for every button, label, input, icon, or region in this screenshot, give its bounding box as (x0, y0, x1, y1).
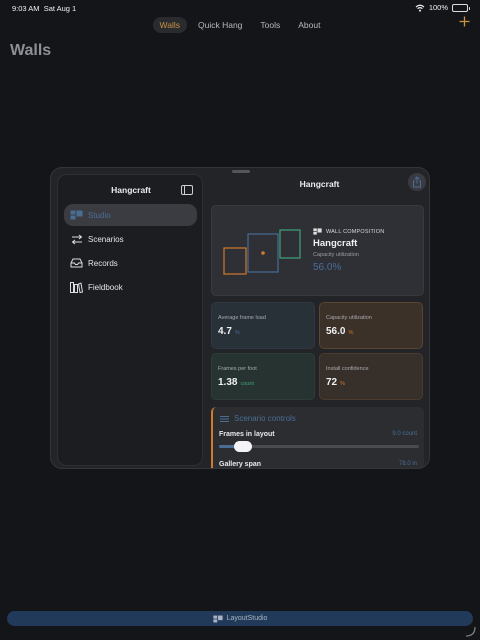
resize-handle-icon[interactable] (464, 625, 476, 637)
status-date-text: Sat Aug 1 (43, 4, 77, 13)
add-button[interactable] (459, 15, 470, 30)
controls-title: Scenario controls (220, 414, 296, 423)
metric-label: Install confidence (326, 366, 369, 372)
status-time: 9:03 AM Sat Aug 1 (12, 4, 76, 13)
sidebar-item-label: Fieldbook (88, 282, 123, 292)
metric-label: Capacity utilization (326, 315, 372, 321)
sidebar-item-studio[interactable]: Studio (64, 204, 197, 226)
metric-number: 72 (326, 377, 338, 388)
frames-in-layout-value: 9.0 count (392, 431, 417, 437)
wall-preview (223, 229, 301, 275)
frame-right (279, 229, 301, 259)
arrows-swap-icon (70, 234, 83, 245)
metric-number: 4.7 (218, 326, 232, 337)
center-point (261, 251, 265, 255)
tab-quick-hang[interactable]: Quick Hang (191, 17, 249, 33)
tray-icon (70, 258, 83, 269)
metric-number: 56.0 (326, 326, 346, 337)
composition-label: WALL COMPOSITION (313, 228, 384, 235)
metric-unit: % (340, 381, 346, 387)
metric-card-capacity-utilization: Capacity utilization 56.0% (319, 302, 423, 349)
metric-unit: % (234, 330, 240, 336)
metric-value: 56.0% (326, 326, 353, 337)
wall-layout-icon (212, 615, 223, 622)
frames-slider[interactable] (219, 440, 419, 452)
tab-tools[interactable]: Tools (253, 17, 287, 33)
page-title: Walls (10, 42, 52, 59)
controls-title-text: Scenario controls (234, 414, 296, 423)
composition-sub: Capacity utilization (313, 252, 359, 258)
metric-value: 4.7% (218, 326, 240, 337)
tab-about[interactable]: About (291, 17, 327, 33)
battery-icon (452, 3, 470, 12)
gallery-span-label: Gallery span (219, 461, 262, 468)
scenario-controls-card: Scenario controls Frames in layout 9.0 c… (211, 407, 424, 468)
plus-icon (459, 16, 470, 27)
metric-card-frames-per-foot: Frames per foot 1.38 count (211, 353, 315, 400)
metric-card-average-frame-load: Average frame load 4.7% (211, 302, 315, 349)
gallery-span-value: 78.0 in (398, 461, 417, 467)
slider-knob[interactable] (234, 440, 252, 452)
status-bar: 9:03 AM Sat Aug 1 100% (0, 0, 480, 16)
sidebar-item-scenarios[interactable]: Scenarios (64, 228, 197, 250)
metric-value: 72% (326, 377, 345, 388)
status-right: 100% (415, 3, 470, 12)
sidebar-item-label: Scenarios (88, 234, 124, 244)
wall-layout-icon (70, 210, 83, 221)
tab-walls[interactable]: Walls (152, 17, 187, 33)
composition-value: 56.0% (313, 262, 342, 273)
sidebar-toggle-icon[interactable] (181, 185, 193, 195)
metric-card-install-confidence: Install confidence 72% (319, 353, 423, 400)
share-button[interactable] (408, 173, 426, 191)
sidebar-item-records[interactable]: Records (64, 252, 197, 274)
detail-pane: Hangcraft WALL COMPOSITION Hangcraft Cap… (209, 168, 429, 468)
sliders-icon (220, 415, 229, 422)
frame-left (223, 247, 247, 275)
metric-value: 1.38 count (218, 377, 254, 388)
books-icon (70, 281, 83, 293)
frames-in-layout-label: Frames in layout (219, 431, 275, 438)
wall-layout-icon (313, 228, 322, 235)
metric-unit: % (348, 330, 354, 336)
share-icon (413, 176, 421, 188)
sidebar-list: Studio Scenarios Records Fieldbook (64, 204, 197, 300)
metric-unit: count (240, 381, 254, 387)
status-time-text: 9:03 AM (12, 4, 40, 13)
wall-composition-card[interactable]: WALL COMPOSITION Hangcraft Capacity util… (211, 205, 424, 296)
composition-label-text: WALL COMPOSITION (326, 228, 385, 235)
metric-label: Frames per foot (218, 366, 257, 372)
battery-percent: 100% (428, 3, 448, 12)
layout-studio-label: LayoutStudio (226, 615, 268, 622)
sidebar: Hangcraft Studio Scenarios Records Field… (57, 174, 203, 466)
composition-name: Hangcraft (313, 238, 358, 249)
sidebar-item-label: Records (88, 258, 118, 268)
wifi-icon (415, 4, 425, 12)
sidebar-item-fieldbook[interactable]: Fieldbook (64, 276, 197, 298)
top-tab-bar: Walls Quick Hang Tools About (0, 17, 480, 33)
metric-number: 1.38 (218, 377, 238, 388)
sidebar-item-label: Studio (88, 210, 111, 220)
layout-studio-bar[interactable]: LayoutStudio (7, 611, 473, 626)
hangcraft-sheet: Hangcraft Studio Scenarios Records Field… (50, 167, 430, 469)
detail-title: Hangcraft (299, 179, 340, 189)
metric-label: Average frame load (218, 315, 266, 321)
